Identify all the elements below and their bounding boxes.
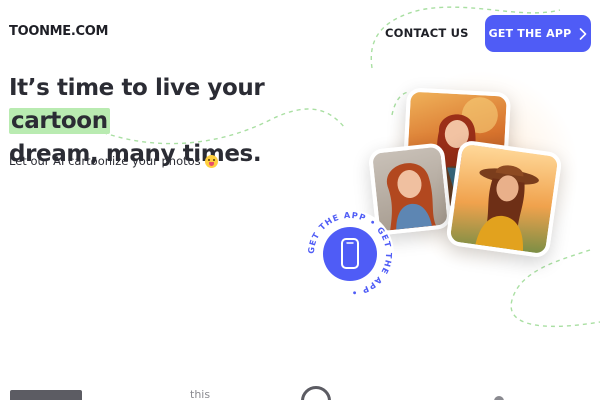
subline-text: Let our AI cartoonize your photos xyxy=(9,154,201,168)
nav-contact-us-link[interactable]: CONTACT US xyxy=(385,26,469,40)
get-the-app-button-label: GET THE APP xyxy=(488,27,572,40)
partner-logo-3 xyxy=(301,386,331,400)
chevron-right-icon xyxy=(580,27,587,40)
site-logo[interactable]: TOONME.COM xyxy=(9,24,108,39)
headline-highlight: cartoon xyxy=(9,108,110,134)
hero-subline: Let our AI cartoonize your photos xyxy=(9,154,218,168)
partner-logo-4 xyxy=(494,396,504,400)
cartoon-photo-card-right xyxy=(445,139,563,259)
landing-page: TOONME.COM CONTACT US GET THE APP It’s t… xyxy=(0,0,600,400)
headline-text-part1: It’s time to live your xyxy=(9,75,265,101)
cartoon-hat-woman-illustration xyxy=(475,165,539,252)
get-the-app-badge[interactable]: GET THE APP • GET THE APP • xyxy=(305,209,395,299)
partner-logo-1 xyxy=(10,390,82,400)
badge-center-circle xyxy=(323,227,377,281)
get-the-app-button[interactable]: GET THE APP xyxy=(485,15,591,52)
face-with-tongue-icon xyxy=(204,154,218,168)
partner-logo-2: this xyxy=(190,388,211,400)
